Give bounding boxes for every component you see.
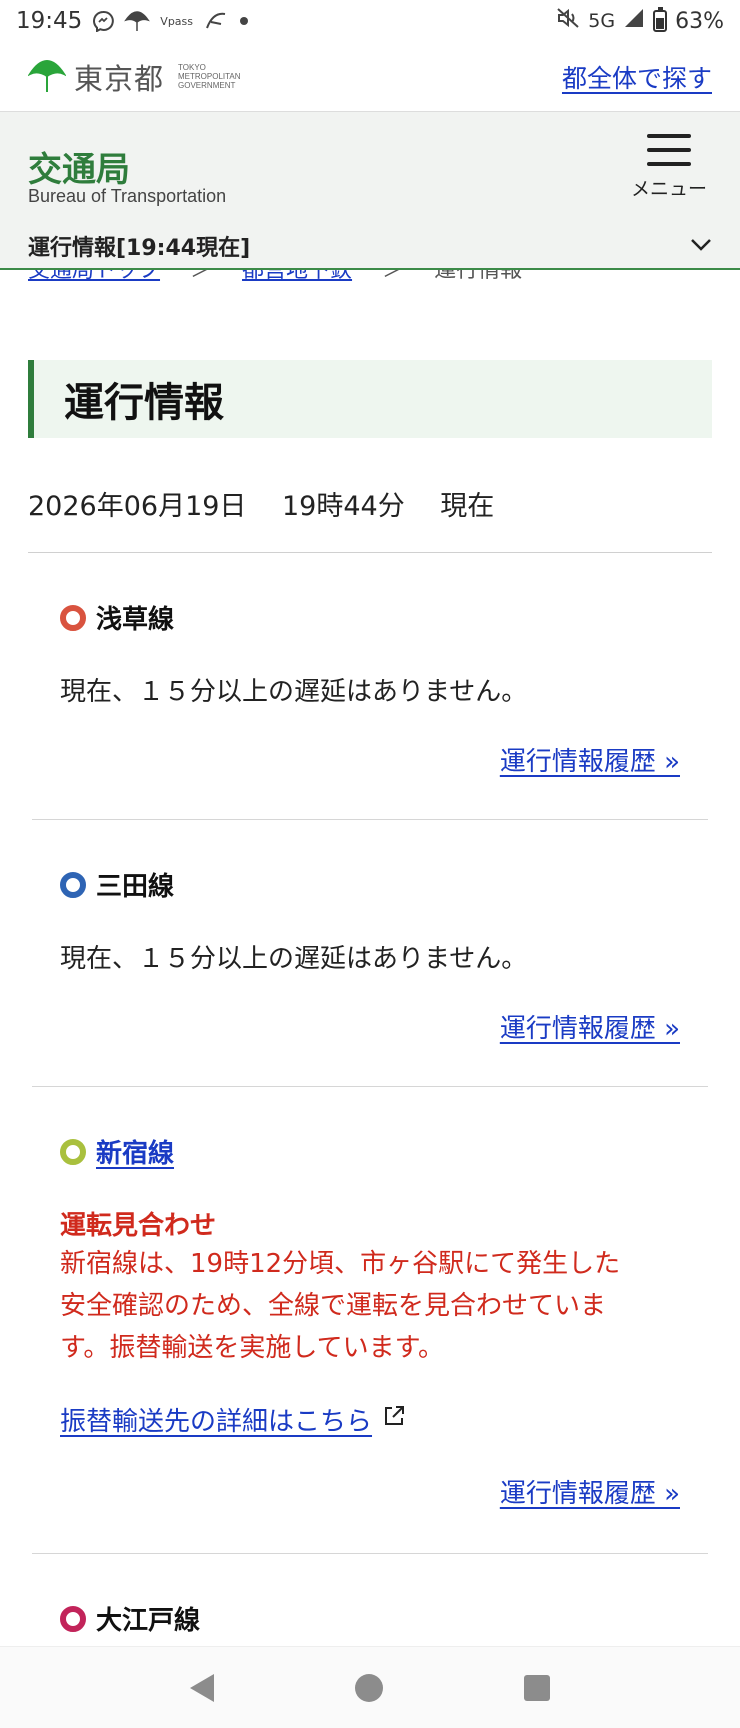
operation-status-toggle[interactable]: 運行情報[19:44現在]: [28, 230, 712, 262]
battery-icon: [653, 7, 668, 32]
menu-button[interactable]: メニュー: [624, 134, 714, 201]
line-header: 浅草線: [60, 599, 174, 636]
line-section-asakusa: 浅草線 現在、１５分以上の遅延はありません。 運行情報履歴 »: [32, 553, 708, 820]
home-icon[interactable]: [354, 1673, 383, 1702]
line-marker-icon: [60, 1605, 86, 1632]
line-section-oedo: 大江戸線: [32, 1554, 708, 1646]
line-header: 大江戸線: [60, 1600, 200, 1637]
status-bar: 19:45 Vpass 5G 63%: [0, 0, 740, 42]
transfer-detail-link[interactable]: 振替輸送先の詳細はこちら: [60, 1401, 406, 1438]
line-section-shinjuku: 新宿線 運転見合わせ 新宿線は、19時12分頃、市ヶ谷駅にて発生した 安全確認の…: [32, 1087, 708, 1554]
back-icon[interactable]: [190, 1673, 215, 1702]
menu-label: メニュー: [630, 178, 707, 200]
recent-apps-icon[interactable]: [523, 1674, 550, 1701]
line-status-message: 現在、１５分以上の遅延はありません。: [60, 677, 528, 707]
network-label: 5G: [588, 10, 616, 32]
signal-icon: [623, 7, 645, 35]
line-header: 三田線: [60, 866, 174, 903]
bureau-subtitle: Bureau of Transportation: [28, 186, 227, 206]
bureau-title[interactable]: 交通局: [28, 142, 130, 191]
notification-dot-icon: [239, 16, 249, 26]
vpass-icon: Vpass: [160, 14, 194, 28]
page-heading: 運行情報: [28, 360, 712, 438]
hamburger-icon: [624, 134, 714, 166]
search-all-link[interactable]: 都全体で探す: [562, 59, 712, 95]
bureau-header: 交通局 Bureau of Transportation メニュー 運行情報[1…: [0, 112, 740, 270]
page-title: 運行情報: [64, 380, 224, 426]
system-nav-bar: [0, 1646, 740, 1728]
chevron-down-icon: [690, 237, 712, 256]
line-status-message: 現在、１５分以上の遅延はありません。: [60, 944, 528, 974]
operation-status-label: 運行情報[19:44現在]: [28, 236, 251, 261]
tokyo-logo[interactable]: 東京都 TOKYO METROPOLITAN GOVERNMENT: [27, 56, 241, 98]
history-link[interactable]: 運行情報履歴 »: [500, 1008, 680, 1045]
messenger-icon: [92, 10, 115, 32]
tokyo-sub-1: TOKYO: [178, 63, 206, 72]
line-marker-icon: [60, 604, 86, 631]
tokyo-ginkgo-icon: [27, 56, 67, 98]
alert-title: 運転見合わせ: [60, 1211, 217, 1241]
tokyo-header: 東京都 TOKYO METROPOLITAN GOVERNMENT 都全体で探す: [0, 42, 740, 112]
alert-line: 安全確認のため、全線で運転を見合わせていま: [60, 1291, 607, 1321]
alert-line: す。振替輸送を実施しています。: [60, 1333, 445, 1363]
app-icon: [203, 10, 229, 32]
update-datetime: 2026年06月19日 19時44分 現在: [28, 491, 495, 522]
history-link[interactable]: 運行情報履歴 »: [500, 741, 680, 778]
alert-line: 新宿線は、19時12分頃、市ヶ谷駅にて発生した: [60, 1249, 621, 1279]
mute-icon: [556, 7, 580, 35]
ginkgo-icon: [124, 10, 151, 32]
external-link-icon: [382, 1404, 406, 1435]
line-name: 三田線: [96, 872, 175, 902]
line-name: 浅草線: [96, 605, 175, 635]
line-marker-icon: [60, 871, 86, 898]
alert-body: 新宿線は、19時12分頃、市ヶ谷駅にて発生した 安全確認のため、全線で運転を見合…: [60, 1243, 680, 1369]
line-name: 大江戸線: [96, 1606, 201, 1636]
tokyo-sub: TOKYO METROPOLITAN GOVERNMENT: [178, 63, 241, 90]
tokyo-sub-2: METROPOLITAN: [178, 72, 241, 81]
line-header: 新宿線: [60, 1133, 174, 1170]
line-marker-icon: [60, 1138, 86, 1165]
transfer-detail-label: 振替輸送先の詳細はこちら: [60, 1407, 373, 1437]
tokyo-name: 東京都: [74, 61, 165, 96]
tokyo-sub-3: GOVERNMENT: [178, 81, 236, 90]
line-section-mita: 三田線 現在、１５分以上の遅延はありません。 運行情報履歴 »: [32, 820, 708, 1087]
status-time: 19:45: [16, 8, 83, 34]
battery-percent: 63%: [675, 8, 724, 34]
line-name-link[interactable]: 新宿線: [96, 1133, 174, 1170]
history-link[interactable]: 運行情報履歴 »: [500, 1473, 680, 1510]
